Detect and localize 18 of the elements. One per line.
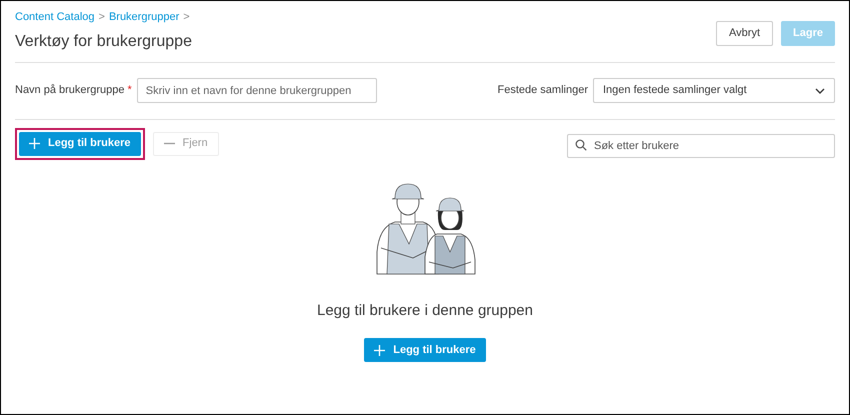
field-label: Festede samlinger xyxy=(498,83,588,98)
collections-dropdown[interactable]: Ingen festede samlinger valgt xyxy=(593,78,835,103)
name-input-field[interactable]: Skriv inn et navn for denne brukergruppen xyxy=(136,78,377,103)
search-field[interactable]: Søk etter brukere xyxy=(567,134,835,158)
field-label: Navn på brukergruppe * xyxy=(15,83,132,98)
breadcrumb-link[interactable]: Brukergrupper xyxy=(108,9,180,26)
add-users-button[interactable]: Legg til brukere xyxy=(364,338,486,362)
add-users-button[interactable]: Legg til brukere xyxy=(19,132,141,156)
breadcrumb-link[interactable]: Content Catalog xyxy=(15,9,94,26)
empty-state-message: Legg til brukere i denne gruppen xyxy=(317,300,533,320)
chevron-down-icon xyxy=(815,88,825,94)
breadcrumb-separator: > xyxy=(98,10,105,25)
plus-icon xyxy=(374,344,386,356)
search-icon xyxy=(575,138,587,150)
page-title: Verktøy for brukergruppe xyxy=(15,32,192,52)
breadcrumb-separator: > xyxy=(183,10,190,25)
plus-icon xyxy=(29,138,40,149)
cancel-button[interactable]: Avbryt xyxy=(716,21,774,46)
